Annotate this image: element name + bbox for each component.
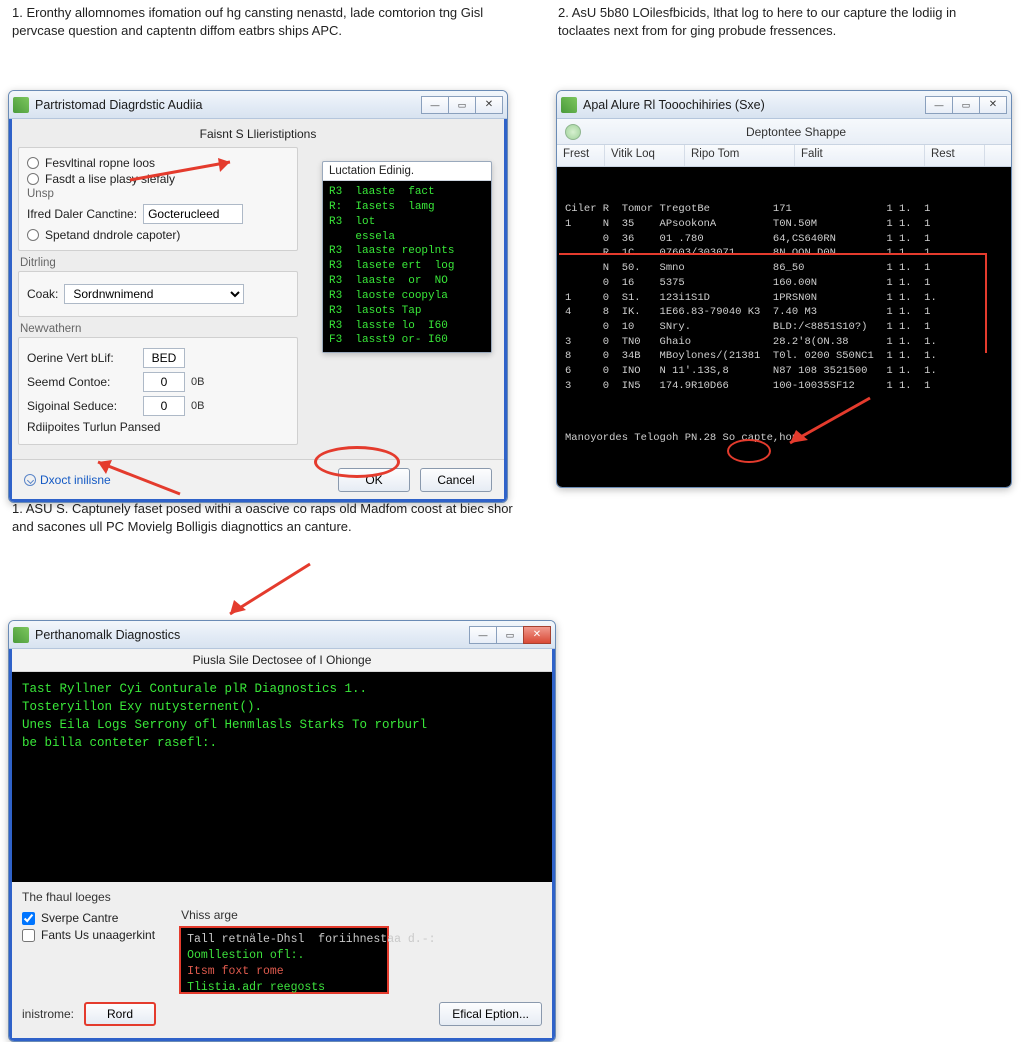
- close-button[interactable]: [523, 626, 551, 644]
- minimize-button[interactable]: [421, 96, 449, 114]
- field-label: Sigoinal Seduce:: [27, 399, 137, 413]
- field-label: Coak:: [27, 287, 58, 301]
- window-title: Perthanomalk Diagnostics: [35, 628, 464, 642]
- popup-terminal-body: R3 laaste fact R: Iasets lamg R3 lot ess…: [323, 181, 491, 352]
- terminal-preview-popup: Luctation Edinig. R3 laaste fact R: Iase…: [322, 161, 492, 353]
- instruction-step-2: 2. AsU 5b80 LOilesfbicids, lthat log to …: [558, 4, 988, 39]
- seemd-input[interactable]: [143, 372, 185, 392]
- readonly-label: Rdiipoites Turlun Pansed: [27, 420, 160, 434]
- minimize-button[interactable]: [469, 626, 497, 644]
- log-capture-window: Apal Alure Rl Tooochihiries (Sxe) Depton…: [556, 90, 1012, 488]
- output-line: Oomllestion ofl:.: [187, 948, 381, 964]
- output-line: Itsm foxt rome: [187, 964, 381, 980]
- read-button[interactable]: Rord: [84, 1002, 156, 1026]
- checkbox-fants[interactable]: Fants Us unaagerkint: [22, 928, 155, 942]
- efical-options-button[interactable]: Efical Eption...: [439, 1002, 542, 1026]
- app-icon: [13, 627, 29, 643]
- app-icon: [561, 97, 577, 113]
- titlebar[interactable]: Apal Alure Rl Tooochihiries (Sxe): [557, 91, 1011, 119]
- minimize-button[interactable]: [925, 96, 953, 114]
- output-line: Tlistia.adr reegosts: [187, 980, 381, 996]
- radio-input[interactable]: [27, 229, 39, 241]
- log-terminal[interactable]: Ciler R Tomor TregotBe 171 1 1. 1 1 N 35…: [557, 167, 1011, 487]
- close-button[interactable]: [475, 96, 503, 114]
- popup-title: Luctation Edinig.: [323, 162, 491, 181]
- unit-label: 0B: [191, 400, 204, 412]
- column-header[interactable]: Falit: [795, 145, 925, 166]
- checkbox-input[interactable]: [22, 929, 35, 942]
- ifred-input[interactable]: [143, 204, 243, 224]
- status-line-1: Manoyordes Telogoh PN.28 So capte,hop: [565, 431, 1003, 446]
- window-title: Partristomad Diagrdstic Audiia: [35, 98, 416, 112]
- section-heading: Faisnt S Llieristiptions: [18, 125, 498, 147]
- console-output[interactable]: Tast Ryllner Cyi Conturale plR Diagnosti…: [12, 672, 552, 882]
- instrome-label: inistrome:: [22, 1007, 74, 1021]
- diagnostics-console-window: Perthanomalk Diagnostics Piusla Sile Dec…: [8, 620, 556, 1042]
- field-label: Oerine Vert bLif:: [27, 351, 137, 365]
- output-terminal: Tall retnäle-Dhsl foriihnestaa d.-:Oomll…: [179, 926, 389, 994]
- field-label: Ifred Daler Canctine:: [27, 207, 137, 221]
- checkbox-input[interactable]: [22, 912, 35, 925]
- maximize-button[interactable]: [952, 96, 980, 114]
- toolbar-label: Deptontee Shappe: [589, 125, 1003, 139]
- annotation-arrow: [200, 556, 320, 626]
- field-group-label: Unsp: [27, 188, 289, 200]
- unit-label: 0B: [191, 376, 204, 388]
- chevron-down-icon: [24, 474, 36, 486]
- radio-input[interactable]: [27, 157, 39, 169]
- radio-input[interactable]: [27, 173, 39, 185]
- refresh-icon[interactable]: [565, 124, 581, 140]
- sub-heading: Piusla Sile Dectosee of I Ohionge: [12, 649, 552, 672]
- radio-label: Fasdt a lise plasy slefaly: [45, 172, 175, 186]
- checkbox-sverpe[interactable]: Sverpe Cantre: [22, 911, 155, 925]
- output-line: Tall retnäle-Dhsl foriihnestaa d.-:: [187, 932, 381, 948]
- close-button[interactable]: [979, 96, 1007, 114]
- app-icon: [13, 97, 29, 113]
- section-label: The fhaul loeges: [22, 890, 542, 904]
- field-label: Seemd Contoe:: [27, 375, 137, 389]
- radio-label: Spetand dndrole capoter): [45, 228, 180, 242]
- column-header[interactable]: Rest: [925, 145, 985, 166]
- titlebar[interactable]: Perthanomalk Diagnostics: [9, 621, 555, 649]
- options-dialog-window: Partristomad Diagrdstic Audiia Faisnt S …: [8, 90, 508, 503]
- oerine-input[interactable]: [143, 348, 185, 368]
- cook-select[interactable]: Sordnwnimend: [64, 284, 244, 304]
- radio-option-3[interactable]: Spetand dndrole capoter): [27, 228, 289, 242]
- radio-label: Fesvltinal ropne loos: [45, 156, 155, 170]
- maximize-button[interactable]: [496, 626, 524, 644]
- table-header: FrestVitik LoqRipo TomFalitRest: [557, 145, 1011, 167]
- sig-input[interactable]: [143, 396, 185, 416]
- link-label: Dxoct inilisne: [40, 473, 111, 487]
- toolbar: Deptontee Shappe: [557, 119, 1011, 145]
- log-rows: Ciler R Tomor TregotBe 171 1 1. 1 1 N 35…: [565, 202, 1003, 393]
- radio-option-2[interactable]: Fasdt a lise plasy slefaly: [27, 172, 289, 186]
- checkbox-label: Fants Us unaagerkint: [41, 928, 155, 942]
- titlebar[interactable]: Partristomad Diagrdstic Audiia: [9, 91, 507, 119]
- maximize-button[interactable]: [448, 96, 476, 114]
- output-label: Vhiss arge: [181, 908, 389, 922]
- ok-button[interactable]: OK: [338, 468, 410, 492]
- column-header[interactable]: Frest: [557, 145, 605, 166]
- window-title: Apal Alure Rl Tooochihiries (Sxe): [583, 98, 920, 112]
- column-header[interactable]: Vitik Loq: [605, 145, 685, 166]
- instruction-step-1: 1. Eronthy allomnomes ifomation ouf hg c…: [12, 4, 492, 39]
- cancel-button[interactable]: Cancel: [420, 468, 492, 492]
- column-header[interactable]: Ripo Tom: [685, 145, 795, 166]
- radio-option-1[interactable]: Fesvltinal ropne loos: [27, 156, 289, 170]
- expand-link[interactable]: Dxoct inilisne: [24, 473, 111, 487]
- checkbox-label: Sverpe Cantre: [41, 911, 118, 925]
- instruction-step-3: 1. ASU S. Captunely faset posed withi a …: [12, 500, 532, 535]
